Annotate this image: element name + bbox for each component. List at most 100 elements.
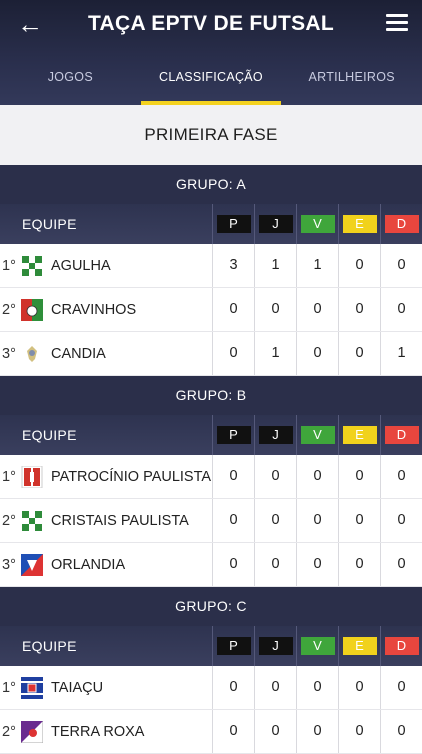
table-column-header: EQUIPE P J V E D	[0, 626, 422, 666]
stat-p: 0	[212, 543, 254, 586]
column-header-j[interactable]: J	[254, 204, 296, 244]
stat-e: 0	[338, 288, 380, 331]
team-position: 1°	[2, 679, 16, 696]
table-row[interactable]: 3° ORLANDIA 0 0 0 0 0	[0, 543, 422, 587]
table-row[interactable]: 1° PATROCÍNIO PAULISTA 0 0 0 0 0	[0, 455, 422, 499]
stat-e: 0	[338, 332, 380, 375]
tab-artilheiros[interactable]: ARTILHEIROS	[281, 56, 422, 105]
stat-v: 0	[296, 710, 338, 753]
column-header-label: D	[384, 215, 419, 233]
stat-v: 0	[296, 288, 338, 331]
team-cell: 3° ORLANDIA	[0, 553, 212, 576]
tab-classificacao[interactable]: CLASSIFICAÇÃO	[140, 56, 282, 105]
stat-j: 0	[254, 543, 296, 586]
stat-d: 0	[380, 543, 422, 586]
column-header-d[interactable]: D	[380, 415, 422, 455]
stat-e: 0	[338, 455, 380, 498]
column-header-v[interactable]: V	[296, 626, 338, 666]
table-column-header: EQUIPE P J V E D	[0, 204, 422, 244]
column-header-j[interactable]: J	[254, 415, 296, 455]
team-cell: 1° PATROCÍNIO PAULISTA	[0, 465, 212, 488]
column-header-p[interactable]: P	[212, 626, 254, 666]
stat-j: 0	[254, 666, 296, 709]
column-header-v[interactable]: V	[296, 415, 338, 455]
team-position: 1°	[2, 257, 16, 274]
team-cell: 3° CANDIA	[0, 343, 212, 365]
table-row[interactable]: 1° AGULHA 3 1 1 0 0	[0, 244, 422, 288]
team-cell: 2° CRISTAIS PAULISTA	[0, 509, 212, 532]
column-header-label: E	[342, 426, 377, 444]
column-header-label: P	[216, 426, 251, 444]
team-name: TAIAÇU	[51, 679, 104, 696]
hamburger-menu-icon[interactable]	[386, 14, 408, 32]
column-header-p[interactable]: P	[212, 204, 254, 244]
page-title: TAÇA EPTV DE FUTSAL	[87, 12, 335, 35]
group-title: GRUPO: B	[0, 376, 422, 415]
team-column-label: EQUIPE	[22, 216, 77, 232]
column-header-d[interactable]: D	[380, 204, 422, 244]
tab-jogos[interactable]: JOGOS	[0, 56, 141, 105]
column-header-label: D	[384, 637, 419, 655]
tab-bar: JOGOS CLASSIFICAÇÃO ARTILHEIROS	[0, 56, 422, 105]
stat-p: 0	[212, 288, 254, 331]
table-row[interactable]: 1° TAIAÇU 0 0 0 0 0	[0, 666, 422, 710]
team-name: AGULHA	[51, 257, 111, 274]
team-cell: 1° TAIAÇU	[0, 676, 212, 699]
column-header-j[interactable]: J	[254, 626, 296, 666]
stat-v: 0	[296, 666, 338, 709]
stat-j: 1	[254, 244, 296, 287]
stat-d: 0	[380, 710, 422, 753]
blue-striped-crest-icon	[21, 676, 43, 699]
group-title: GRUPO: A	[0, 165, 422, 204]
stat-j: 0	[254, 710, 296, 753]
stat-d: 0	[380, 455, 422, 498]
column-header-label: D	[384, 426, 419, 444]
stat-d: 1	[380, 332, 422, 375]
stat-p: 0	[212, 455, 254, 498]
stat-e: 0	[338, 543, 380, 586]
stat-e: 0	[338, 499, 380, 542]
column-header-e[interactable]: E	[338, 204, 380, 244]
column-header-label: J	[258, 637, 293, 655]
stat-v: 0	[296, 332, 338, 375]
standings-list: GRUPO: A EQUIPE P J V E D 1° AGULHA 3 1 1 0 0 2° CRAVIN…	[0, 165, 422, 754]
column-header-label: V	[300, 215, 335, 233]
column-header-label: P	[216, 215, 251, 233]
team-name: ORLANDIA	[51, 556, 126, 573]
column-header-e[interactable]: E	[338, 626, 380, 666]
column-header-e[interactable]: E	[338, 415, 380, 455]
app-header: ← TAÇA EPTV DE FUTSAL JOGOS CLASSIFICAÇÃ…	[0, 0, 422, 105]
stat-d: 0	[380, 244, 422, 287]
team-position: 1°	[2, 468, 16, 485]
column-header-label: J	[258, 215, 293, 233]
table-row[interactable]: 2° CRISTAIS PAULISTA 0 0 0 0 0	[0, 499, 422, 543]
column-header-label: J	[258, 426, 293, 444]
column-header-d[interactable]: D	[380, 626, 422, 666]
stat-j: 0	[254, 288, 296, 331]
team-name: PATROCÍNIO PAULISTA	[51, 468, 212, 485]
team-cell: 1° AGULHA	[0, 254, 212, 277]
table-row[interactable]: 3° CANDIA 0 1 0 0 1	[0, 332, 422, 376]
column-header-p[interactable]: P	[212, 415, 254, 455]
team-position: 3°	[2, 345, 16, 362]
purple-crest-icon	[20, 720, 44, 743]
stat-p: 0	[212, 710, 254, 753]
team-column-label: EQUIPE	[22, 638, 77, 654]
stat-d: 0	[380, 666, 422, 709]
table-row[interactable]: 2° TERRA ROXA 0 0 0 0 0	[0, 710, 422, 754]
stat-j: 0	[254, 455, 296, 498]
phase-title: PRIMEIRA FASE	[0, 105, 422, 165]
green-cross-crest-icon	[21, 254, 43, 277]
table-row[interactable]: 2° CRAVINHOS 0 0 0 0 0	[0, 288, 422, 332]
red-green-crest-icon	[21, 298, 43, 321]
team-name: CANDIA	[51, 345, 106, 362]
team-cell: 2° TERRA ROXA	[0, 720, 212, 743]
group-title: GRUPO: C	[0, 587, 422, 626]
stat-e: 0	[338, 666, 380, 709]
column-header-v[interactable]: V	[296, 204, 338, 244]
team-position: 2°	[2, 512, 16, 529]
stat-p: 0	[212, 499, 254, 542]
blue-red-crest-icon	[21, 553, 43, 576]
stat-p: 0	[212, 666, 254, 709]
table-column-header: EQUIPE P J V E D	[0, 415, 422, 455]
